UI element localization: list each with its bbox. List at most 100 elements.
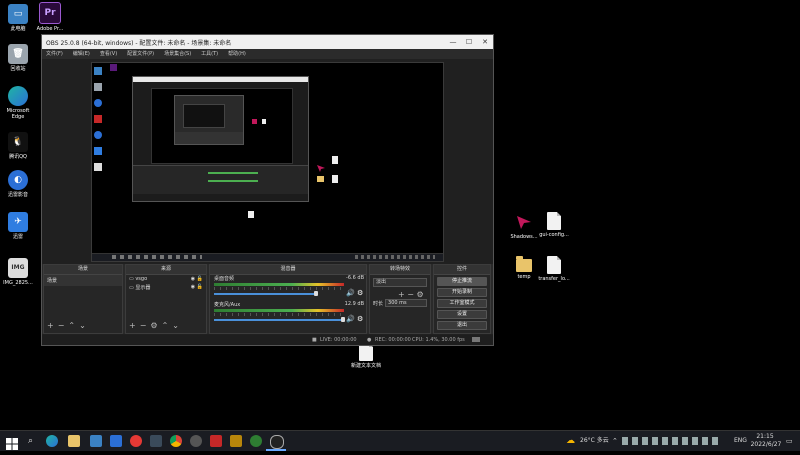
- edge-icon[interactable]: [46, 435, 58, 447]
- weather-text[interactable]: 26°C 多云: [580, 431, 609, 451]
- live-indicator-icon: ■: [312, 337, 317, 343]
- menu-scene-collection[interactable]: 场景集合(S): [164, 49, 191, 59]
- mixer-dock-title: 混音器: [210, 265, 366, 275]
- source-item-display[interactable]: ▭ 显示器 ◉ 🔓: [126, 283, 206, 292]
- volume-slider-handle[interactable]: [341, 317, 345, 322]
- obs-titlebar[interactable]: OBS 25.0.8 (64-bit, windows) - 配置文件: 未命名…: [42, 35, 493, 49]
- desktop-icon-computer[interactable]: ▭ 此电脑: [0, 4, 36, 32]
- menu-tools[interactable]: 工具(T): [201, 49, 218, 59]
- start-icon[interactable]: [6, 435, 18, 450]
- window-controls: — ☐ ✕: [445, 35, 493, 49]
- controls-dock-title: 控件: [434, 265, 490, 275]
- file-explorer-icon[interactable]: [68, 435, 80, 447]
- menu-help[interactable]: 帮助(H): [228, 49, 246, 59]
- add-icon[interactable]: +: [129, 321, 136, 330]
- remove-icon[interactable]: −: [140, 321, 147, 330]
- volume-slider-handle[interactable]: [314, 291, 318, 296]
- obs-preview[interactable]: [91, 62, 444, 262]
- network-icon: [472, 337, 480, 342]
- exit-button[interactable]: 退出: [437, 321, 487, 330]
- stop-streaming-button[interactable]: 停止推流: [437, 277, 487, 286]
- start-recording-button[interactable]: 开始录制: [437, 288, 487, 297]
- lock-icon[interactable]: 🔓: [197, 284, 203, 290]
- gear-icon[interactable]: ⚙: [357, 315, 363, 323]
- notification-icon[interactable]: ▭: [786, 431, 793, 451]
- maximize-icon[interactable]: ☐: [461, 35, 477, 49]
- search-icon[interactable]: ⌕: [28, 435, 40, 447]
- desktop-icon-qq[interactable]: 🐧 腾讯QQ: [0, 132, 36, 160]
- tray-icons[interactable]: [622, 437, 718, 445]
- transition-select[interactable]: 淡出: [373, 278, 427, 287]
- app-icon[interactable]: [210, 435, 222, 447]
- mixer-channel-mic: 麦克风/Aux 12.9 dB 🔊 ⚙: [214, 301, 364, 323]
- desktop-icon-thunder[interactable]: ✈ 迅雷: [0, 212, 36, 240]
- computer-icon: ▭: [8, 4, 28, 24]
- preview-file-icon: [332, 175, 338, 183]
- eye-icon[interactable]: ◉: [191, 284, 195, 290]
- menu-view[interactable]: 查看(V): [100, 49, 117, 59]
- remove-icon[interactable]: −: [58, 321, 65, 330]
- move-down-icon[interactable]: ⌄: [172, 321, 179, 330]
- desktop-icon-image[interactable]: IMG IMG_2825...: [0, 258, 36, 286]
- audio-meter: [214, 283, 344, 286]
- thunder-icon: ✈: [8, 212, 28, 232]
- mixer-channel-desktop: 桌面音频 -6.6 dB 🔊 ⚙: [214, 275, 364, 297]
- source-item-vsgo[interactable]: ▭ vsgo ◉ 🔓: [126, 275, 206, 283]
- weibo-icon[interactable]: [130, 435, 142, 447]
- transition-tools: + − ⚙: [370, 290, 430, 299]
- scenes-dock-title: 场景: [44, 265, 122, 275]
- speaker-icon[interactable]: 🔊: [346, 289, 355, 297]
- app-icon[interactable]: [190, 435, 202, 447]
- meter-ticks: [214, 287, 344, 290]
- volume-slider[interactable]: [214, 319, 344, 321]
- tray-overflow-icon[interactable]: ⌃: [612, 431, 618, 451]
- scene-item[interactable]: 场景: [44, 275, 122, 286]
- desktop-icon-gui-config[interactable]: gui-config...: [536, 212, 572, 238]
- steam-icon[interactable]: [150, 435, 162, 447]
- taskbar: ⌕ ☁ 26°C 多云 ⌃ ENG 21:15 2022/6/27 ▭: [0, 430, 800, 451]
- obs-taskbar-icon[interactable]: [270, 435, 284, 449]
- menu-edit[interactable]: 编辑(E): [73, 49, 90, 59]
- desktop-icon-edge[interactable]: Microsoft Edge: [0, 86, 36, 120]
- close-icon[interactable]: ✕: [477, 35, 493, 49]
- gear-icon[interactable]: ⚙: [417, 290, 424, 299]
- input-language[interactable]: ENG: [734, 431, 747, 451]
- desktop-icon-recycle-bin[interactable]: 🗑 回收站: [0, 44, 36, 72]
- duration-input[interactable]: 300 ms: [385, 299, 427, 307]
- image-icon: IMG: [8, 258, 28, 278]
- store-icon[interactable]: [90, 435, 102, 447]
- volume-slider[interactable]: [214, 293, 318, 295]
- settings-button[interactable]: 设置: [437, 310, 487, 319]
- remove-icon[interactable]: −: [407, 290, 414, 299]
- preview-premiere-icon: [110, 64, 117, 71]
- weather-icon: ☁: [566, 436, 575, 446]
- gear-icon[interactable]: ⚙: [150, 321, 157, 330]
- speaker-icon[interactable]: 🔊: [346, 315, 355, 323]
- move-up-icon[interactable]: ⌃: [68, 321, 75, 330]
- desktop-icon-player[interactable]: ◐ 迅雷影音: [0, 170, 36, 198]
- add-icon[interactable]: +: [398, 290, 405, 299]
- mail-icon[interactable]: [110, 435, 122, 447]
- rec-status: REC: 00:00:00: [375, 337, 411, 343]
- eye-icon[interactable]: ◉: [191, 276, 195, 282]
- menu-file[interactable]: 文件(F): [46, 49, 63, 59]
- desktop-icon-transfer[interactable]: transfer_lo...: [536, 256, 572, 282]
- desktop-icon-premiere[interactable]: Pr Adobe Pr...: [32, 2, 68, 32]
- move-up-icon[interactable]: ⌃: [162, 321, 169, 330]
- studio-mode-button[interactable]: 工作室模式: [437, 299, 487, 308]
- menu-profile[interactable]: 配置文件(P): [127, 49, 154, 59]
- minimize-icon[interactable]: —: [445, 35, 461, 49]
- add-icon[interactable]: +: [47, 321, 54, 330]
- desktop-icon-new-text-file[interactable]: 新建文本文档: [346, 343, 386, 369]
- chrome-icon[interactable]: [170, 435, 182, 447]
- preview-taskbar: [92, 253, 443, 261]
- move-down-icon[interactable]: ⌄: [79, 321, 86, 330]
- transitions-dock: 转场特效 淡出 + − ⚙ 时长 300 ms: [369, 264, 431, 334]
- app-icon[interactable]: [230, 435, 242, 447]
- active-app-indicator: [266, 449, 286, 451]
- clock-date[interactable]: 2022/6/27: [748, 435, 784, 455]
- gear-icon[interactable]: ⚙: [357, 289, 363, 297]
- lock-icon[interactable]: 🔓: [197, 276, 203, 282]
- edge-icon: [8, 86, 28, 106]
- wechat-icon[interactable]: [250, 435, 262, 447]
